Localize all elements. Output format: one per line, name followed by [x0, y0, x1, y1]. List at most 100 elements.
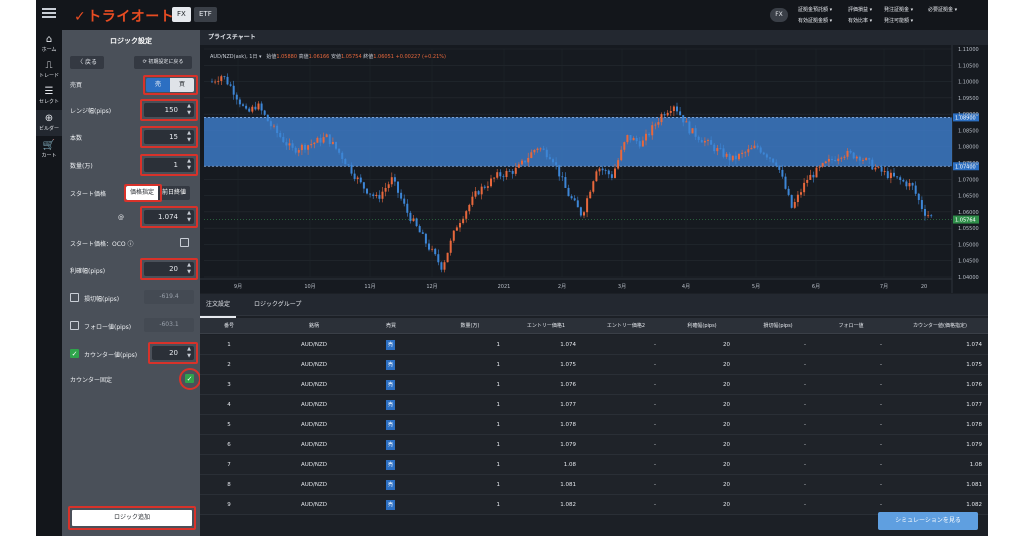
menu-icon[interactable] [42, 8, 56, 18]
cell-cnt: 1.075 [966, 362, 982, 368]
candle-body [288, 143, 291, 146]
cell-tp: 20 [723, 502, 730, 508]
menu-effective-margin[interactable]: 有効証拠金額 ▾ [798, 17, 832, 24]
candle-body [502, 176, 505, 178]
candle-body [220, 76, 223, 81]
y-tick-label: 1.04000 [958, 275, 979, 281]
high-value: 1.06166 [308, 54, 330, 60]
counter-checkbox[interactable]: ✓ [70, 349, 79, 358]
candle-body [691, 128, 694, 134]
candle-body [248, 108, 251, 112]
cell-pair: AUD/NZD [301, 442, 327, 448]
candle-body [384, 187, 387, 192]
y-tick-label: 1.09500 [958, 96, 979, 102]
nav-cart[interactable]: 🛒 カート [36, 140, 62, 162]
menu-order-margin[interactable]: 発注証拠金 ▾ [884, 6, 913, 13]
x-tick-label: 10月 [304, 284, 315, 290]
follow-label: フォロー値(pips) [84, 324, 132, 331]
oco-checkbox[interactable] [180, 238, 189, 247]
table-row[interactable]: 4 AUD/NZD 売 1 1.077 - 20 - - 1.077 [200, 395, 988, 415]
cell-sl: - [804, 342, 806, 348]
cell-pair: AUD/NZD [301, 502, 327, 508]
cell-n: 8 [227, 482, 231, 488]
candle-body [273, 125, 275, 127]
menu-pl[interactable]: 評価損益 ▾ [848, 6, 872, 13]
candle-body [548, 157, 551, 160]
candle-body [700, 139, 703, 143]
table-row[interactable]: 1 AUD/NZD 売 1 1.074 - 20 - - 1.074 [200, 335, 988, 355]
candle-body [827, 158, 830, 162]
tab-price-chart[interactable]: プライスチャート [208, 30, 256, 45]
candle-body [880, 166, 883, 172]
simulation-button[interactable]: シミュレーションを見る [878, 512, 978, 530]
start-mode-prev-close[interactable]: 前日終値 [158, 186, 190, 200]
candle-body [235, 94, 238, 100]
change-value: +0.00227 (+0.21%) [395, 54, 446, 60]
sl-checkbox[interactable] [70, 293, 79, 302]
cell-qty: 1 [496, 422, 501, 428]
candle-body [570, 196, 573, 199]
candle-body [660, 114, 663, 123]
follow-input: -603.1 [144, 318, 194, 332]
candle-body [840, 157, 843, 159]
cell-pair: AUD/NZD [301, 462, 327, 468]
symbol-label[interactable]: AUD/NZD(ask), 1日 ▾ [210, 54, 262, 60]
cell-qty: 1 [496, 342, 501, 348]
candle-body [279, 133, 282, 137]
y-tick-label: 1.08000 [958, 145, 979, 151]
candle-body [310, 144, 313, 146]
candle-body [790, 194, 793, 208]
nav-home[interactable]: ⌂ ホーム [36, 34, 62, 56]
table-row[interactable]: 3 AUD/NZD 売 1 1.076 - 20 - - 1.076 [200, 375, 988, 395]
candle-body [682, 115, 685, 123]
candle-body [800, 192, 802, 195]
candle-body [471, 196, 474, 205]
left-nav: ⌂ ホーム ⎍ トレード ☰ セレクト ⊕ ビルダー 🛒 カート [36, 30, 62, 536]
follow-checkbox[interactable] [70, 321, 79, 330]
candle-body [784, 176, 787, 189]
candle-body [282, 136, 285, 143]
candle-body [595, 171, 598, 182]
table-row[interactable]: 9 AUD/NZD 売 1 1.082-20- -1.082 [200, 495, 988, 515]
cell-side: 売 [386, 380, 395, 390]
price-chart[interactable]: 1.08900 1.07400 1.11000 1.10500 1.10000 1.09… [200, 45, 988, 293]
menu-available[interactable]: 発注可能額 ▾ [884, 17, 913, 24]
nav-trade[interactable]: ⎍ トレード [36, 60, 62, 82]
reset-button[interactable]: ⟳ 初期設定に戻る [134, 56, 192, 69]
candle-body [899, 177, 902, 181]
tab-order-settings[interactable]: 注文設定 [200, 294, 237, 318]
table-row[interactable]: 7 AUD/NZD 売 1 1.08 - 20 - - 1.08 [200, 455, 988, 475]
menu-deposit[interactable]: 証拠金預託額 ▾ [798, 6, 832, 13]
table-row[interactable]: 5 AUD/NZD 売 1 1.078 - 20 - - 1.078 [200, 415, 988, 435]
table-row[interactable]: 8 AUD/NZD 売 1 1.081 - 20 - - 1.081 [200, 475, 988, 495]
y-tick-label: 1.10500 [958, 63, 979, 69]
cell-side: 売 [386, 360, 395, 370]
cell-e2: - [654, 462, 656, 468]
tab-etf[interactable]: ETF [194, 7, 217, 22]
menu-effective-ratio[interactable]: 有効比率 ▾ [848, 17, 872, 24]
highlight-side [143, 75, 198, 95]
candle-body [685, 121, 688, 123]
candle-body [694, 128, 697, 137]
col-pair: 銘柄 [308, 323, 319, 329]
fx-badge[interactable]: FX [770, 8, 788, 22]
candle-body [722, 148, 725, 157]
nav-builder[interactable]: ⊕ ビルダー [36, 110, 62, 136]
candle-body [300, 144, 303, 151]
tab-logic-group[interactable]: ロジックグループ [248, 294, 307, 316]
cell-qty: 1 [496, 362, 501, 368]
cell-e2: - [654, 342, 656, 348]
tab-fx[interactable]: FX [172, 7, 191, 22]
menu-required-margin[interactable]: 必要証拠金 ▾ [928, 6, 957, 13]
nav-select[interactable]: ☰ セレクト [36, 86, 62, 108]
table-row[interactable]: 6 AUD/NZD 売 1 1.079 - 20 - - 1.079 [200, 435, 988, 455]
y-tick-label: 1.04500 [958, 259, 979, 265]
cell-e1: 1.082 [560, 502, 576, 508]
table-row[interactable]: 2 AUD/NZD 売 1 1.075 - 20 - - 1.075 [200, 355, 988, 375]
candle-body [601, 168, 604, 171]
back-button[interactable]: 〈 戻る [70, 56, 104, 69]
candle-body [914, 185, 917, 194]
candle-body [731, 155, 734, 161]
y-tick-label: 1.08500 [958, 128, 979, 134]
candle-body [266, 114, 269, 122]
